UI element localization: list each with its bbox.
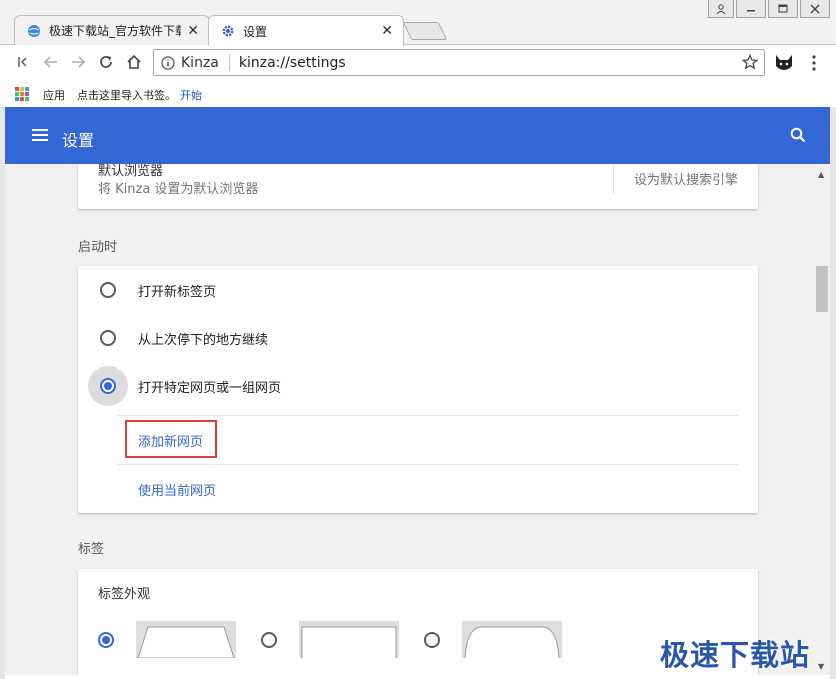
apps-shortcut[interactable]: 应用	[43, 87, 65, 103]
tab-title: 设置	[243, 24, 268, 39]
apps-grid-icon[interactable]	[15, 87, 29, 101]
arrow-left-icon	[43, 56, 57, 68]
hamburger-menu-icon[interactable]	[32, 129, 48, 141]
user-icon	[716, 3, 726, 14]
startup-card: 打开新标签页 从上次停下的地方继续 打开特定网页或一组网页 添加新网页 使用当前…	[78, 266, 758, 513]
tabs-section-title: 标签	[78, 542, 105, 557]
window-controls	[708, 0, 830, 18]
collapse-left-icon	[18, 57, 27, 67]
tab-style-radio-3[interactable]	[424, 632, 440, 648]
startup-option-new-tab[interactable]: 打开新标签页	[78, 266, 758, 314]
home-icon	[127, 54, 141, 69]
sidebar-toggle-button[interactable]	[14, 53, 32, 71]
new-tab-button[interactable]	[402, 22, 448, 40]
url-text[interactable]: kinza://settings	[239, 55, 346, 71]
use-current-pages-link[interactable]: 使用当前网页	[138, 480, 216, 499]
settings-header: 设置	[5, 107, 830, 164]
default-browser-title: 默认浏览器	[98, 164, 164, 179]
globe-icon	[28, 24, 40, 37]
bookmark-star-icon[interactable]	[742, 54, 758, 70]
tab-style-preview-trapezoid[interactable]	[136, 621, 236, 658]
radio-button[interactable]	[100, 330, 116, 346]
minimize-button[interactable]	[736, 0, 766, 18]
divider	[118, 464, 738, 465]
info-icon[interactable]	[161, 55, 175, 70]
scroll-up-arrow-icon[interactable]: ▲	[818, 170, 824, 179]
tabs-appearance-card: 标签外观	[78, 569, 758, 675]
radio-label: 从上次停下的地方继续	[138, 333, 269, 348]
tab-style-radio-1[interactable]	[98, 632, 114, 648]
reload-button[interactable]	[97, 53, 115, 71]
card-divider	[613, 164, 614, 194]
tab-settings[interactable]: 设置 ✕	[208, 15, 404, 46]
title-bar: 极速下载站_官方软件下载_ ✕ 设置 ✕	[0, 0, 836, 46]
radio-button-checked[interactable]	[100, 378, 116, 394]
default-browser-card: 默认浏览器 将 Kinza 设置为默认浏览器 设为默认搜索引擎	[78, 164, 758, 209]
close-window-button[interactable]	[800, 0, 830, 18]
rounded-tab-icon	[464, 626, 560, 658]
default-browser-description: 将 Kinza 设置为默认浏览器	[98, 182, 259, 197]
search-icon[interactable]	[790, 127, 806, 143]
highlight-annotation-box	[125, 420, 217, 458]
divider	[118, 415, 738, 416]
tab-close-icon[interactable]: ✕	[187, 23, 199, 39]
arrow-right-icon	[72, 56, 86, 68]
tab-title: 极速下载站_官方软件下载_	[49, 24, 182, 38]
bookmarks-bar: 应用 点击这里导入书签。 开始	[0, 80, 836, 107]
radio-label: 打开新标签页	[138, 285, 217, 300]
gear-icon	[222, 25, 234, 37]
site-label: Kinza	[181, 54, 219, 71]
scroll-down-arrow-icon[interactable]: ▼	[818, 662, 824, 671]
scrollbar-thumb[interactable]	[816, 266, 828, 312]
address-bar[interactable]: Kinza kinza://settings	[153, 49, 765, 76]
rectangle-tab-icon	[301, 626, 397, 658]
window-frame-right	[830, 107, 836, 679]
radio-label: 打开特定网页或一组网页	[138, 381, 282, 396]
close-icon	[810, 4, 820, 13]
startup-option-specific-pages[interactable]: 打开特定网页或一组网页	[78, 362, 758, 410]
watermark-logo: 极速下载站	[660, 638, 811, 672]
settings-content: 默认浏览器 将 Kinza 设置为默认浏览器 设为默认搜索引擎 启动时 打开新标…	[5, 164, 814, 675]
reload-icon	[100, 56, 112, 68]
startup-section-title: 启动时	[78, 240, 118, 255]
trapezoid-tab-icon	[137, 626, 235, 658]
kinza-extension-icon[interactable]	[773, 52, 795, 74]
tab-style-radio-2[interactable]	[261, 632, 277, 648]
tab-style-preview-rectangle[interactable]	[299, 621, 399, 658]
minimize-icon	[747, 9, 755, 11]
user-profile-button[interactable]	[708, 0, 734, 18]
tab-close-icon[interactable]: ✕	[381, 23, 393, 39]
import-bookmarks-prompt: 点击这里导入书签。	[77, 89, 176, 102]
page-title: 设置	[62, 131, 95, 150]
set-default-button[interactable]: 设为默认搜索引擎	[634, 169, 738, 188]
startup-option-continue[interactable]: 从上次停下的地方继续	[78, 314, 758, 362]
radio-button[interactable]	[100, 282, 116, 298]
forward-button[interactable]	[69, 53, 87, 71]
tab-style-preview-rounded[interactable]	[462, 621, 562, 658]
back-button[interactable]	[42, 53, 60, 71]
maximize-button[interactable]	[768, 0, 798, 18]
address-divider	[228, 54, 230, 71]
tab-download-site[interactable]: 极速下载站_官方软件下载_ ✕	[14, 15, 210, 45]
tab-appearance-title: 标签外观	[98, 587, 151, 602]
import-start-link[interactable]: 开始	[180, 87, 202, 103]
vertical-scrollbar[interactable]: ▲ ▼	[814, 164, 830, 675]
more-menu-icon[interactable]	[806, 54, 822, 72]
browser-toolbar: Kinza kinza://settings	[0, 45, 836, 80]
home-button[interactable]	[125, 53, 143, 71]
maximize-icon	[778, 4, 788, 12]
